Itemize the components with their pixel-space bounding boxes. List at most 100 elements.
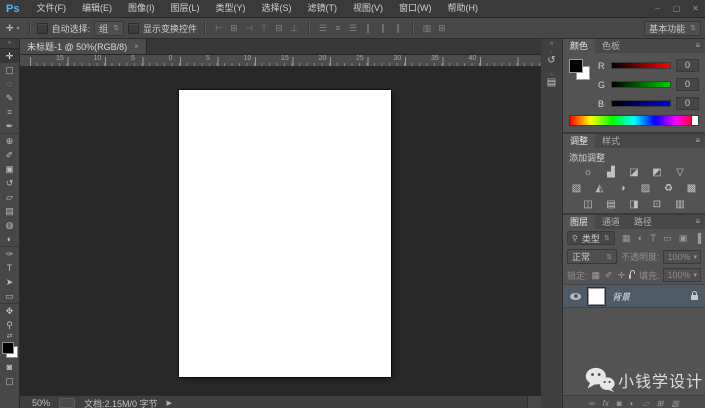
channel-slider[interactable] (611, 100, 671, 107)
menu-item[interactable]: 帮助(H) (439, 0, 486, 17)
threshold-icon[interactable]: ◨ (628, 199, 641, 211)
filter-shape-layers-icon[interactable]: ▭ (663, 233, 672, 244)
align-right-edges-icon[interactable]: ⊣ (242, 23, 256, 34)
filter-type-layers-icon[interactable]: T (650, 233, 656, 244)
auto-select-checkbox[interactable] (37, 23, 48, 34)
layer-filter-type-dropdown[interactable]: ⚲ 类型 ⇅ (567, 231, 615, 245)
lock-all-icon[interactable] (629, 274, 631, 279)
screen-mode-button[interactable]: ▢ (0, 374, 19, 388)
invert-icon[interactable]: ◫ (582, 199, 595, 211)
channel-value-field[interactable]: 0 (676, 97, 699, 110)
pen-tool-icon[interactable]: ✑ (0, 247, 19, 261)
link-layers-icon[interactable]: ∞ (589, 399, 595, 408)
posterize-icon[interactable]: ▤ (605, 199, 618, 211)
panel-menu-icon[interactable]: ≡ (690, 134, 705, 148)
properties-panel-button[interactable]: ⠿ ▤ (542, 70, 561, 92)
close-button[interactable]: ✕ (686, 0, 705, 17)
curves-icon[interactable]: ◪ (628, 167, 641, 179)
filter-pixel-layers-icon[interactable]: ▦ (622, 233, 631, 244)
crop-tool-icon[interactable]: ⌗ (0, 105, 19, 119)
canvas-pasteboard[interactable] (20, 67, 541, 395)
foreground-color-swatch[interactable] (2, 342, 14, 354)
history-panel-button[interactable]: ⠿ ↺ (542, 48, 561, 70)
panel-menu-icon[interactable]: ≡ (690, 215, 705, 229)
tab-styles[interactable]: 样式 (595, 134, 627, 148)
color-lookup-icon[interactable]: ▩ (685, 183, 698, 195)
menu-item[interactable]: 图像(I) (120, 0, 163, 17)
swap-colors-icon[interactable]: ⇄ (7, 333, 13, 341)
document-canvas[interactable] (179, 90, 391, 377)
layer-style-icon[interactable]: fx (603, 399, 609, 408)
color-balance-icon[interactable]: ◭ (593, 183, 606, 195)
type-tool-icon[interactable]: T (0, 261, 19, 275)
path-selection-tool-icon[interactable]: ➤ (0, 275, 19, 289)
eraser-tool-icon[interactable]: ▱ (0, 190, 19, 204)
align-left-edges-icon[interactable]: ⊢ (212, 23, 226, 34)
spectrum-white-endcap[interactable] (691, 116, 698, 125)
close-tab-icon[interactable]: × (134, 42, 139, 51)
menu-item[interactable]: 编辑(E) (74, 0, 120, 17)
auto-align-layers-icon[interactable]: ▥ (420, 23, 434, 34)
rectangular-marquee-tool-icon[interactable]: ▢ (0, 63, 19, 77)
add-layer-mask-icon[interactable]: ◙ (617, 399, 622, 408)
collapse-tools-button[interactable]: » (0, 39, 19, 49)
black-white-icon[interactable]: ◑ (616, 183, 629, 195)
workspace-dropdown[interactable]: 基本功能 ⇅ (644, 21, 701, 36)
eyedropper-tool-icon[interactable]: ✒ (0, 119, 19, 134)
channel-value-field[interactable]: 0 (676, 78, 699, 91)
tab-adjustments[interactable]: 调整 (563, 134, 595, 148)
active-tool-badge[interactable]: ✛ ▾ (4, 23, 22, 34)
distribute-top-edges-icon[interactable]: ☰ (316, 23, 330, 34)
selective-color-icon[interactable]: ⊡ (651, 199, 664, 211)
panel-color-swatches[interactable] (569, 59, 590, 80)
new-layer-icon[interactable]: ⊞ (657, 399, 664, 408)
align-horizontal-centers-icon[interactable]: ⊞ (227, 23, 241, 34)
show-transform-checkbox[interactable] (128, 23, 139, 34)
align-vertical-centers-icon[interactable]: ⊟ (272, 23, 286, 34)
zoom-level-field[interactable]: 50% (32, 398, 50, 408)
menu-item[interactable]: 图层(L) (162, 0, 207, 17)
new-group-icon[interactable]: ▱ (643, 399, 649, 408)
menu-item[interactable]: 窗口(W) (391, 0, 440, 17)
lock-transparent-pixels-icon[interactable]: ▦ (592, 270, 601, 281)
photo-filter-icon[interactable]: ▨ (639, 183, 652, 195)
quick-selection-tool-icon[interactable]: ✎ (0, 91, 19, 105)
clone-stamp-tool-icon[interactable]: ▣ (0, 162, 19, 176)
tab-channels[interactable]: 通道 (595, 215, 627, 229)
lock-image-pixels-icon[interactable]: ✐ (605, 270, 613, 281)
expand-panels-button[interactable]: « (550, 40, 553, 48)
tab-color[interactable]: 颜色 (563, 39, 595, 53)
align-bottom-edges-icon[interactable]: ⊥ (287, 23, 301, 34)
exposure-icon[interactable]: ◩ (651, 167, 664, 179)
menu-item[interactable]: 滤镜(T) (299, 0, 345, 17)
align-top-edges-icon[interactable]: ⊤ (257, 23, 271, 34)
minimize-button[interactable]: – (648, 0, 667, 17)
menu-item[interactable]: 视图(V) (345, 0, 391, 17)
layer-thumbnail[interactable] (588, 288, 605, 305)
blend-mode-dropdown[interactable]: 正常 ⇅ (567, 249, 617, 264)
tab-layers[interactable]: 图层 (563, 215, 595, 229)
menu-item[interactable]: 文件(F) (28, 0, 74, 17)
levels-icon[interactable]: ▟ (605, 167, 618, 179)
status-menu-arrow-icon[interactable]: ▶ (167, 399, 172, 407)
vibrance-icon[interactable]: ▽ (674, 167, 687, 179)
distribute-vertical-centers-icon[interactable]: ≡ (331, 23, 345, 34)
gradient-tool-icon[interactable]: ▤ (0, 204, 19, 218)
channel-slider[interactable] (611, 81, 671, 88)
delete-layer-icon[interactable]: ▥ (671, 399, 679, 408)
lock-position-icon[interactable]: ✛ (618, 270, 626, 281)
dodge-tool-icon[interactable]: ◐ (0, 232, 19, 247)
brush-tool-icon[interactable]: ✐ (0, 148, 19, 162)
filter-smart-objects-icon[interactable]: ▣ (679, 233, 688, 244)
auto-select-dropdown[interactable]: 组 ⇅ (94, 21, 124, 36)
3d-mode-icon[interactable]: ⊞ (435, 23, 449, 34)
layer-visibility-eye-icon[interactable] (570, 293, 581, 300)
foreground-background-swatches[interactable] (2, 342, 18, 358)
filter-adjustment-layers-icon[interactable]: ◐ (638, 233, 643, 244)
lasso-tool-icon[interactable]: ◌ (0, 77, 19, 91)
channel-mixer-icon[interactable]: ♻ (662, 183, 675, 195)
fill-field[interactable]: 100% ▾ (663, 268, 701, 282)
quick-mask-button[interactable]: ◙ (0, 360, 19, 374)
new-adjustment-layer-icon[interactable]: ◐ (630, 399, 635, 408)
menu-item[interactable]: 类型(Y) (207, 0, 253, 17)
